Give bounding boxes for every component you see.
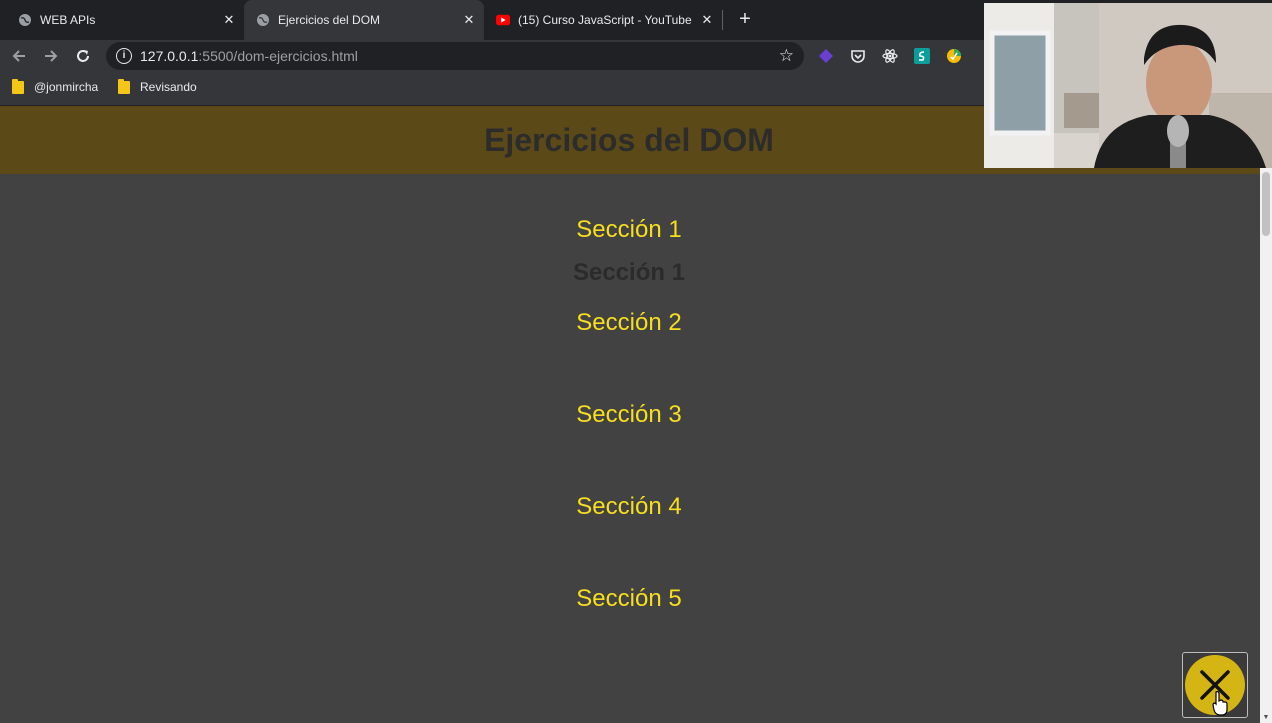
address-bar[interactable]: i 127.0.0.1:5500/dom-ejercicios.html ☆	[106, 42, 804, 70]
bookmark-star-icon[interactable]: ☆	[779, 46, 794, 66]
hand-cursor-icon	[1212, 691, 1228, 716]
globe-icon	[18, 13, 32, 27]
site-info-icon[interactable]: i	[116, 48, 132, 64]
url-host: 127.0.0.1	[140, 48, 199, 64]
tab-separator	[722, 10, 723, 30]
bookmark-folder-revisando[interactable]: Revisando	[118, 78, 197, 94]
presenter-video-image	[984, 3, 1272, 168]
section-link-1-hover[interactable]: Sección 1	[0, 259, 1258, 287]
bookmark-label: @jonmircha	[34, 80, 99, 94]
bookmark-label: Revisando	[140, 80, 197, 94]
tab-label: Ejercicios del DOM	[278, 13, 381, 27]
tab-web-apis[interactable]: WEB APIs ✕	[0, 0, 244, 40]
youtube-icon	[496, 13, 510, 27]
reload-icon[interactable]	[70, 43, 96, 69]
webcam-overlay	[984, 3, 1272, 168]
url-text: 127.0.0.1:5500/dom-ejercicios.html	[140, 48, 358, 64]
section-link-3[interactable]: Sección 3	[0, 401, 1258, 429]
scroll-down-icon[interactable]: ▼	[1262, 714, 1270, 721]
globe-icon	[256, 13, 270, 27]
react-devtools-icon[interactable]	[881, 47, 899, 65]
url-path: :5500/dom-ejercicios.html	[198, 48, 358, 64]
section-link-4[interactable]: Sección 4	[0, 493, 1258, 521]
section-link-1[interactable]: Sección 1	[0, 216, 1258, 244]
page-viewport: Ejercicios del DOM Sección 1 Sección 1 S…	[0, 106, 1260, 723]
bookmark-folder-jonmircha[interactable]: @jonmircha	[12, 78, 99, 94]
page-scrollbar[interactable]: ▼	[1260, 168, 1272, 723]
extension-purple-icon[interactable]	[817, 47, 835, 65]
back-icon[interactable]	[6, 43, 32, 69]
tab-youtube[interactable]: (15) Curso JavaScript - YouTube ✕	[484, 0, 722, 40]
extension-teal-icon[interactable]	[913, 47, 931, 65]
tab-close-icon[interactable]: ✕	[460, 12, 478, 28]
forward-icon[interactable]	[38, 43, 64, 69]
section-link-2[interactable]: Sección 2	[0, 309, 1258, 337]
new-tab-icon[interactable]: +	[734, 8, 756, 30]
scrollbar-thumb[interactable]	[1262, 172, 1270, 236]
tab-label: WEB APIs	[40, 13, 96, 27]
tab-close-icon[interactable]: ✕	[698, 12, 716, 28]
folder-icon	[118, 78, 130, 94]
tab-close-icon[interactable]: ✕	[220, 12, 238, 28]
pocket-icon[interactable]	[849, 47, 867, 65]
section-link-5[interactable]: Sección 5	[0, 585, 1258, 613]
tab-ejercicios-dom[interactable]: Ejercicios del DOM ✕	[244, 0, 484, 40]
tab-label: (15) Curso JavaScript - YouTube	[518, 13, 692, 27]
extension-colorful-icon[interactable]	[945, 47, 963, 65]
folder-icon	[12, 78, 24, 94]
